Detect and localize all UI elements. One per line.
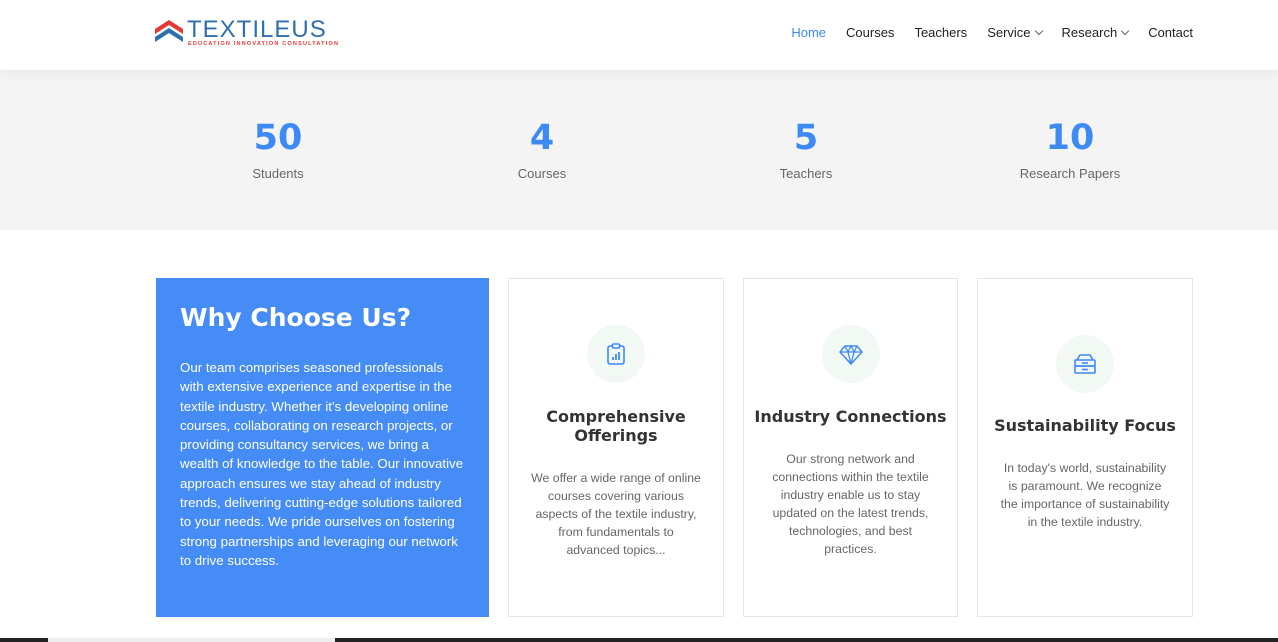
stat-label: Students <box>252 166 304 181</box>
feature-title: Industry Connections <box>754 407 947 426</box>
nav-courses[interactable]: Courses <box>846 25 894 40</box>
feature-card-sustainability-focus: Sustainability Focus In today's world, s… <box>977 278 1193 617</box>
feature-icon-wrap <box>821 325 880 383</box>
stat-label: Research Papers <box>1019 166 1121 181</box>
chevron-down-icon <box>1120 26 1130 35</box>
nav-service[interactable]: Service <box>987 25 1043 40</box>
nav-teachers-label: Teachers <box>914 25 968 40</box>
stats-section: 50 Students 4 Courses 5 Teachers 10 Rese… <box>0 70 1278 230</box>
logo-wordmark: TEXTILEUS <box>187 16 327 43</box>
why-choose-us-title: Why Choose Us? <box>180 303 412 332</box>
nav-teachers[interactable]: Teachers <box>914 25 967 40</box>
nav-courses-label: Courses <box>846 25 895 40</box>
nav-home[interactable]: Home <box>791 25 826 40</box>
feature-icon-wrap <box>587 325 645 383</box>
main-nav: Home Courses Teachers Service Research C… <box>771 25 1193 40</box>
nav-contact-label: Contact <box>1148 25 1193 40</box>
stat-teachers: 5 Teachers <box>706 118 906 181</box>
stat-value: 5 <box>793 118 819 158</box>
stat-label: Courses <box>517 166 567 181</box>
stat-students: 50 Students <box>178 118 378 181</box>
nav-contact[interactable]: Contact <box>1148 25 1193 40</box>
nav-research-label: Research <box>1061 25 1118 40</box>
stat-courses: 4 Courses <box>442 118 642 181</box>
stat-value: 10 <box>1045 118 1095 158</box>
feature-title: Comprehensive Offerings <box>546 407 686 445</box>
why-choose-us-text: Our team comprises seasoned professional… <box>180 360 464 568</box>
chevron-down-icon <box>1034 26 1043 35</box>
stat-value: 50 <box>253 118 303 158</box>
feature-text: In today's world, sustainability is para… <box>1000 461 1170 529</box>
feature-card-comprehensive-offerings: Comprehensive Offerings We offer a wide … <box>508 278 724 617</box>
nav-service-label: Service <box>987 25 1031 40</box>
logo-chevrons-icon <box>155 20 183 42</box>
nav-home-label: Home <box>791 25 827 40</box>
feature-title: Sustainability Focus <box>994 416 1176 435</box>
bottom-edge-segment <box>0 638 48 642</box>
bottom-edge <box>0 638 1278 642</box>
stat-value: 4 <box>529 118 555 158</box>
feature-icon-wrap <box>1056 335 1114 393</box>
diamond-icon <box>838 344 863 365</box>
stat-research-papers: 10 Research Papers <box>970 118 1170 181</box>
inbox-icon <box>1074 354 1096 374</box>
clipboard-chart-icon <box>607 343 625 365</box>
why-choose-us-panel: Why Choose Us? Our team comprises season… <box>156 278 489 617</box>
bottom-edge-segment <box>335 638 1278 642</box>
site-logo[interactable]: TEXTILEUS EDUCATION INNOVATION CONSULTAT… <box>155 16 370 50</box>
site-header: TEXTILEUS EDUCATION INNOVATION CONSULTAT… <box>0 0 1278 70</box>
feature-text: We offer a wide range of online courses … <box>531 471 701 557</box>
feature-card-industry-connections: Industry Connections Our strong network … <box>743 278 958 617</box>
feature-text: Our strong network and connections withi… <box>772 452 929 556</box>
nav-research[interactable]: Research <box>1061 25 1130 40</box>
stat-label: Teachers <box>779 166 833 181</box>
logo-tagline: EDUCATION INNOVATION CONSULTATION <box>188 41 340 47</box>
